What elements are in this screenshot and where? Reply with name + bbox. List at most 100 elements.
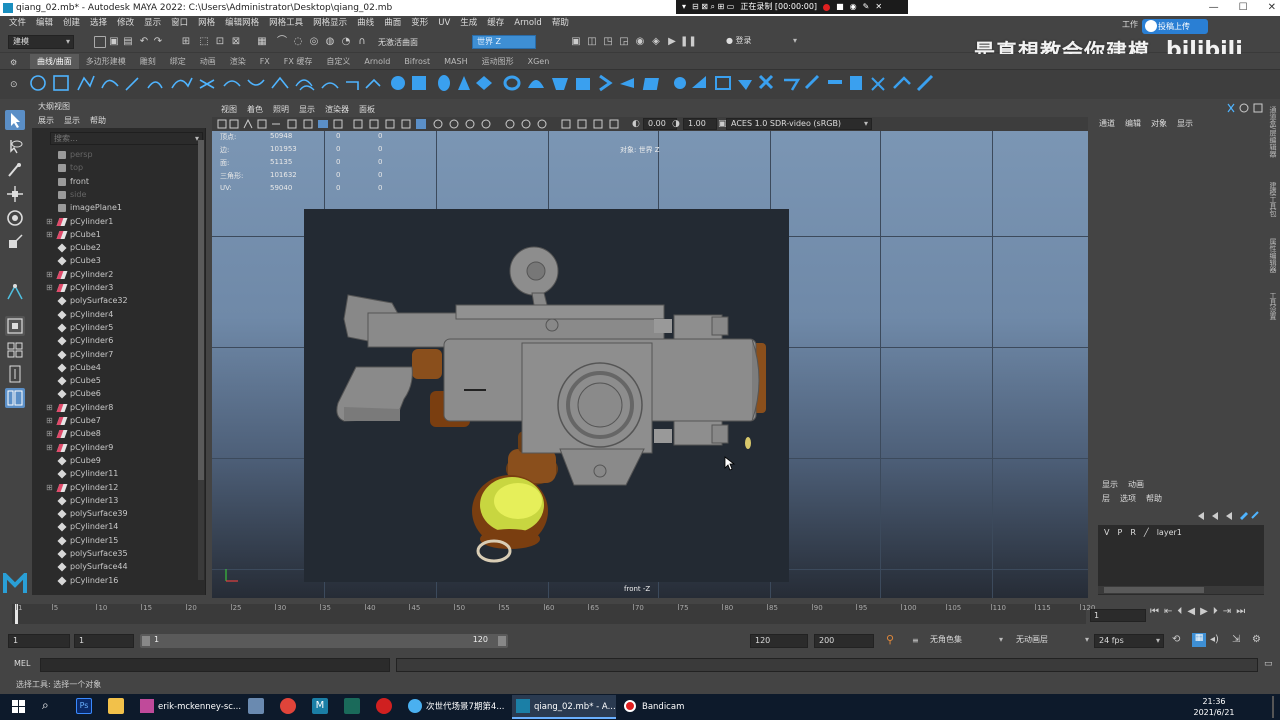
cb-menu-edit[interactable]: 编辑 bbox=[1125, 117, 1141, 131]
menu-select[interactable]: 选择 bbox=[85, 16, 112, 31]
shelf-tab-mash[interactable]: MASH bbox=[437, 54, 474, 69]
new-scene-icon[interactable] bbox=[94, 36, 106, 48]
search-icon[interactable]: ⌕ bbox=[42, 698, 49, 713]
maximize-button[interactable]: ☐ bbox=[1239, 0, 1248, 16]
expand-icon[interactable]: ⊞ bbox=[46, 268, 53, 281]
step-forward-key-icon[interactable]: ⇥ bbox=[1223, 606, 1231, 620]
menu-generate[interactable]: 生成 bbox=[455, 16, 482, 31]
outliner-item[interactable]: ⊞ pCube8 bbox=[36, 427, 196, 440]
channel-box-header-icons[interactable] bbox=[1226, 102, 1266, 114]
render-icon[interactable]: ◫ bbox=[586, 36, 598, 48]
outliner-item[interactable]: top bbox=[36, 161, 196, 174]
vp-menu-panels[interactable]: 面板 bbox=[354, 103, 380, 117]
vp-menu-shading[interactable]: 着色 bbox=[242, 103, 268, 117]
outliner-item[interactable]: pCylinder16 bbox=[36, 574, 196, 587]
shelf-tab-xgen[interactable]: XGen bbox=[521, 54, 557, 69]
taskbar-item-browser[interactable]: 次世代场景7期第4... bbox=[404, 695, 508, 719]
paint-select-tool-icon[interactable] bbox=[5, 160, 25, 180]
snap-curve-icon[interactable]: ⌒ bbox=[276, 36, 288, 48]
taskbar-item-image-viewer[interactable]: erik-mckenney-sc... bbox=[136, 695, 242, 719]
outliner-search-input[interactable]: 搜索... ▾ bbox=[50, 132, 203, 145]
cb-menu-show[interactable]: 显示 bbox=[1177, 117, 1193, 131]
file-explorer-icon[interactable] bbox=[108, 698, 124, 714]
menu-deform[interactable]: 变形 bbox=[406, 16, 433, 31]
shelf-tab-fx[interactable]: FX bbox=[253, 54, 277, 69]
color-space-dropdown[interactable]: ACES 1.0 SDR-video (sRGB) bbox=[726, 118, 872, 130]
outliner-item[interactable]: pCube4 bbox=[36, 361, 196, 374]
menu-curves[interactable]: 曲线 bbox=[352, 16, 379, 31]
curve-tools-icons[interactable] bbox=[28, 72, 388, 94]
menu-file[interactable]: 文件 bbox=[4, 16, 31, 31]
outliner-item[interactable]: ⊞ pCylinder12 bbox=[36, 481, 196, 494]
loop-icon[interactable]: ⟲ bbox=[1172, 634, 1180, 645]
outliner-menu-display[interactable]: 显示 bbox=[64, 114, 80, 128]
workspace-label[interactable]: 工作 bbox=[1122, 19, 1138, 30]
menu-modify[interactable]: 修改 bbox=[112, 16, 139, 31]
close-rec-icon[interactable]: ✕ bbox=[875, 0, 882, 14]
outliner-item[interactable]: ⊞ pCylinder3 bbox=[36, 281, 196, 294]
range-start-handle[interactable] bbox=[142, 636, 150, 646]
last-tool-icon[interactable] bbox=[5, 282, 25, 302]
snap-live-icon[interactable]: ◔ bbox=[340, 36, 352, 48]
layer-name[interactable]: layer1 bbox=[1157, 527, 1182, 539]
go-to-end-icon[interactable]: ⏭ bbox=[1236, 606, 1245, 620]
fps-dropdown[interactable]: 24 fps bbox=[1094, 634, 1164, 648]
stop-icon[interactable]: ■ bbox=[836, 0, 844, 14]
gun-model[interactable] bbox=[304, 209, 789, 582]
single-view-icon[interactable] bbox=[5, 316, 25, 336]
redo-icon[interactable]: ↷ bbox=[152, 36, 164, 48]
layer-reference[interactable]: R bbox=[1130, 527, 1136, 539]
layer-menu-options[interactable]: 选项 bbox=[1120, 492, 1136, 505]
undo-icon[interactable]: ↶ bbox=[138, 36, 150, 48]
script-editor-icon[interactable]: ▭ bbox=[1264, 659, 1273, 669]
cb-menu-object[interactable]: 对象 bbox=[1151, 117, 1167, 131]
cache-playback-icon[interactable]: ▦ bbox=[1192, 633, 1206, 647]
scene-end-field[interactable]: 200 bbox=[814, 634, 874, 648]
app-icon-1[interactable] bbox=[248, 698, 264, 714]
outliner-item[interactable]: pCylinder14 bbox=[36, 520, 196, 533]
layer-menu-help[interactable]: 帮助 bbox=[1146, 492, 1162, 505]
ipr-render-icon[interactable]: ◳ bbox=[602, 36, 614, 48]
side-tab-channel-box[interactable]: 通道盒/层编辑器 bbox=[1268, 106, 1278, 157]
minimize-button[interactable]: — bbox=[1209, 0, 1219, 16]
shelf-tab-arnold[interactable]: Arnold bbox=[357, 54, 397, 69]
outliner-item[interactable]: ⊞ pCylinder1 bbox=[36, 215, 196, 228]
shelf-tab-fx-cache[interactable]: FX 缓存 bbox=[277, 54, 320, 69]
menu-uv[interactable]: UV bbox=[433, 16, 455, 31]
outliner-item[interactable]: side bbox=[36, 188, 196, 201]
lasso-tool-icon[interactable] bbox=[5, 136, 25, 156]
shelf-tab-sculpt[interactable]: 雕刻 bbox=[133, 54, 163, 69]
current-frame-field[interactable]: 1 bbox=[1090, 609, 1146, 622]
menu-window[interactable]: 窗口 bbox=[166, 16, 193, 31]
snap-point-icon[interactable]: ◌ bbox=[292, 36, 304, 48]
four-view-icon[interactable] bbox=[5, 340, 25, 360]
magnet-icon[interactable]: ∩ bbox=[356, 36, 368, 48]
scene-start-field[interactable]: 1 bbox=[8, 634, 70, 648]
menu-mesh-tools[interactable]: 网格工具 bbox=[264, 16, 308, 31]
outliner-scroll-thumb[interactable] bbox=[198, 140, 204, 480]
outliner-menu-help[interactable]: 帮助 bbox=[90, 114, 106, 128]
outliner-item[interactable]: ⊞ pCylinder9 bbox=[36, 441, 196, 454]
outliner-item[interactable]: ⊞ pCube7 bbox=[36, 414, 196, 427]
shelf-tab-custom[interactable]: 自定义 bbox=[319, 54, 357, 69]
auto-key-icon[interactable]: ⚲ bbox=[886, 633, 894, 646]
windows-start-icon[interactable] bbox=[12, 700, 26, 714]
playback-end-field[interactable]: 120 bbox=[750, 634, 808, 648]
rec-menu-icon[interactable]: ▾ bbox=[682, 0, 686, 14]
vp-menu-view[interactable]: 视图 bbox=[216, 103, 242, 117]
system-clock[interactable]: 21:36 2021/6/21 bbox=[1184, 696, 1244, 718]
shelf-tab-rendering[interactable]: 渲染 bbox=[223, 54, 253, 69]
step-forward-frame-icon[interactable]: ⏵ bbox=[1213, 606, 1218, 620]
scale-tool-icon[interactable] bbox=[5, 232, 25, 252]
save-scene-icon[interactable]: ▤ bbox=[122, 36, 134, 48]
layer-scroll-thumb[interactable] bbox=[1104, 587, 1204, 593]
substance-icon[interactable] bbox=[344, 698, 360, 714]
pen-icon[interactable]: ✎ bbox=[863, 0, 870, 14]
menu-mesh-display[interactable]: 网格显示 bbox=[308, 16, 352, 31]
hypershade-icon[interactable]: ◉ bbox=[634, 36, 646, 48]
outliner-item[interactable]: polySurface32 bbox=[36, 294, 196, 307]
mel-label[interactable]: MEL bbox=[14, 659, 30, 668]
anim-layer-dropdown[interactable]: 无动画层 bbox=[1012, 634, 1092, 648]
playback-start-field[interactable]: 1 bbox=[74, 634, 134, 648]
expand-icon[interactable]: ⊞ bbox=[46, 414, 53, 427]
